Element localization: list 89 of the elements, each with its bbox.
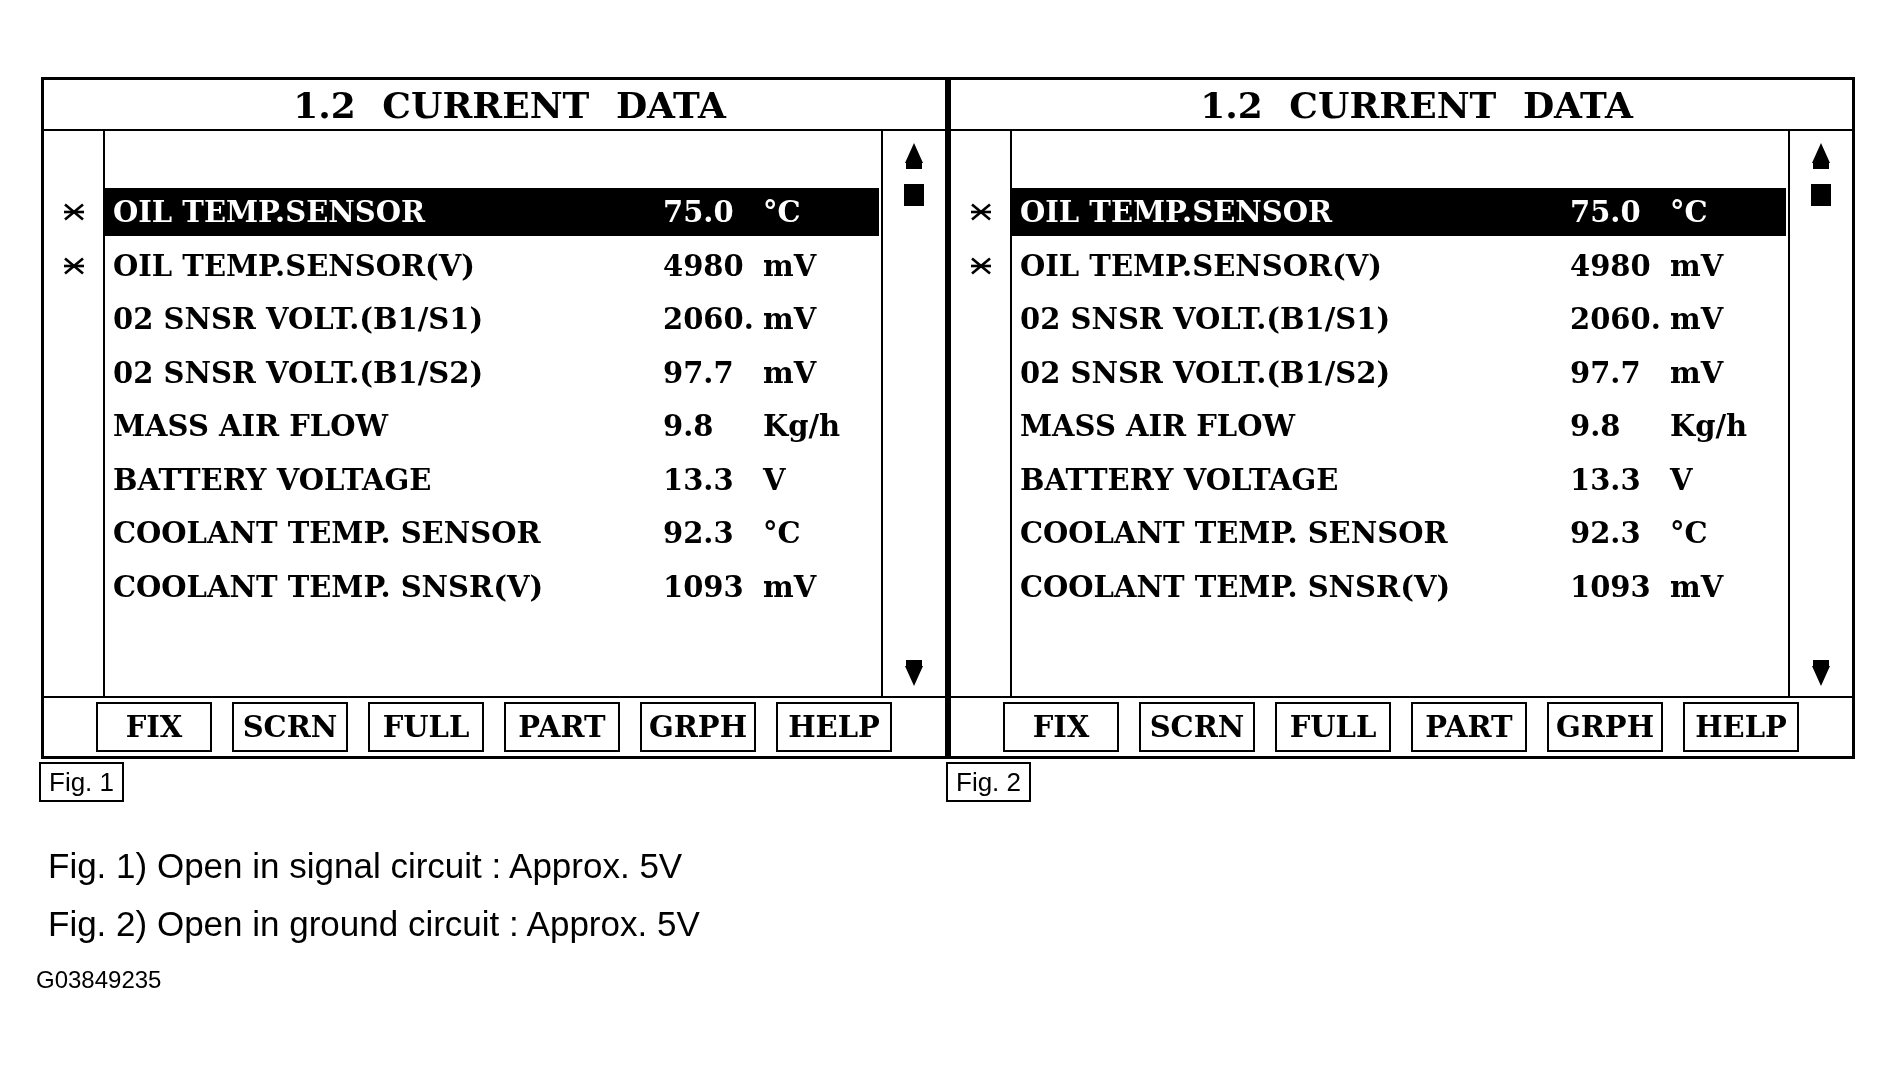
parameter-row[interactable]: OIL TEMP.SENSOR 75.0 °C — [105, 188, 879, 236]
parameter-row[interactable]: BATTERY VOLTAGE 13.3 V — [1012, 455, 1786, 504]
parameter-unit: Kg/h — [1670, 408, 1748, 445]
parameter-name: COOLANT TEMP. SENSOR — [113, 515, 542, 552]
parameter-row[interactable]: BATTERY VOLTAGE 13.3 V — [105, 455, 879, 504]
parameter-value: 92.3 — [663, 515, 735, 552]
parameter-unit: mV — [763, 354, 817, 392]
parameter-row[interactable]: 02 SNSR VOLT.(B1/S1) 2060. mV — [1012, 295, 1786, 343]
function-button[interactable]: SCRN — [1139, 702, 1255, 752]
function-button[interactable]: FULL — [1275, 702, 1391, 752]
parameter-row[interactable]: OIL TEMP.SENSOR 75.0 °C — [1012, 188, 1786, 236]
parameter-unit: mV — [1670, 301, 1724, 338]
parameter-unit: V — [763, 461, 786, 499]
function-button[interactable]: FIX — [1003, 702, 1119, 752]
parameter-unit: mV — [1670, 247, 1724, 285]
figure-label: Fig. 1 — [39, 762, 125, 802]
function-button[interactable]: GRPH — [1547, 702, 1663, 752]
parameter-name: MASS AIR FLOW — [113, 408, 390, 445]
parameter-unit: °C — [763, 194, 801, 231]
parameter-value: 1093 — [663, 568, 745, 606]
parameter-value: 13.3 — [663, 461, 735, 499]
parameter-row[interactable]: OIL TEMP.SENSOR(V) 4980 mV — [105, 241, 879, 290]
parameter-row[interactable]: COOLANT TEMP. SNSR(V) 1093 mV — [105, 562, 879, 611]
parameter-name: 02 SNSR VOLT.(B1/S1) — [113, 301, 485, 338]
parameter-unit: mV — [1670, 568, 1724, 606]
parameter-row[interactable]: COOLANT TEMP. SNSR(V) 1093 mV — [1012, 562, 1786, 611]
scroll-thumb[interactable] — [904, 184, 924, 206]
figure-label: Fig. 2 — [946, 762, 1032, 802]
scroll-down-icon[interactable] — [1809, 660, 1833, 686]
parameter-unit: °C — [1670, 194, 1708, 231]
parameter-name: OIL TEMP.SENSOR — [1020, 194, 1334, 231]
parameter-name: COOLANT TEMP. SNSR(V) — [1020, 568, 1452, 606]
function-button[interactable]: FIX — [96, 702, 212, 752]
parameter-name: OIL TEMP.SENSOR(V) — [1020, 247, 1383, 285]
parameter-value: 2060. — [1570, 301, 1662, 338]
parameter-name: MASS AIR FLOW — [1020, 408, 1297, 445]
parameter-value: 2060. — [663, 301, 755, 338]
parameter-unit: mV — [763, 301, 817, 338]
screen-title: 1.2 CURRENT DATA — [292, 82, 726, 127]
parameter-name: 02 SNSR VOLT.(B1/S1) — [1020, 301, 1392, 338]
function-button[interactable]: GRPH — [640, 702, 756, 752]
parameter-value: 75.0 — [663, 194, 735, 231]
parameter-name: COOLANT TEMP. SNSR(V) — [113, 568, 545, 606]
parameter-row[interactable]: MASS AIR FLOW 9.8 Kg/h — [105, 402, 879, 450]
scroll-up-icon[interactable] — [1809, 143, 1833, 169]
parameter-name: OIL TEMP.SENSOR(V) — [113, 247, 476, 285]
parameter-value: 13.3 — [1570, 461, 1642, 499]
scroll-down-icon[interactable] — [902, 660, 926, 686]
parameter-unit: Kg/h — [763, 408, 841, 445]
parameter-value: 97.7 — [663, 354, 735, 392]
parameter-unit: °C — [1670, 515, 1708, 552]
parameter-name: BATTERY VOLTAGE — [113, 461, 433, 499]
parameter-value: 75.0 — [1570, 194, 1642, 231]
parameter-unit: V — [1670, 461, 1693, 499]
parameter-value: 4980 — [663, 247, 745, 285]
caption-text: Fig. 1) Open in signal circuit : Approx. 5V — [48, 846, 683, 886]
parameter-value: 1093 — [1570, 568, 1652, 606]
parameter-name: 02 SNSR VOLT.(B1/S2) — [1020, 354, 1392, 392]
function-button[interactable]: HELP — [1683, 702, 1799, 752]
parameter-row[interactable]: 02 SNSR VOLT.(B1/S1) 2060. mV — [105, 295, 879, 343]
parameter-value: 9.8 — [663, 408, 715, 445]
parameter-row[interactable]: 02 SNSR VOLT.(B1/S2) 97.7 mV — [1012, 348, 1786, 397]
function-button[interactable]: FULL — [368, 702, 484, 752]
parameter-unit: mV — [763, 568, 817, 606]
parameter-row[interactable]: 02 SNSR VOLT.(B1/S2) 97.7 mV — [105, 348, 879, 397]
parameter-value: 9.8 — [1570, 408, 1622, 445]
caption-text: Fig. 2) Open in ground circuit : Approx. 5V — [48, 904, 700, 944]
parameter-value: 92.3 — [1570, 515, 1642, 552]
figure-id: G03849235 — [36, 966, 162, 994]
screen-title: 1.2 CURRENT DATA — [1199, 82, 1633, 127]
function-button[interactable]: SCRN — [232, 702, 348, 752]
function-button[interactable]: PART — [504, 702, 620, 752]
parameter-unit: mV — [763, 247, 817, 285]
scroll-up-icon[interactable] — [902, 143, 926, 169]
parameter-value: 4980 — [1570, 247, 1652, 285]
parameter-name: COOLANT TEMP. SENSOR — [1020, 515, 1449, 552]
parameter-name: BATTERY VOLTAGE — [1020, 461, 1340, 499]
parameter-row[interactable]: COOLANT TEMP. SENSOR 92.3 °C — [105, 509, 879, 557]
scroll-thumb[interactable] — [1811, 184, 1831, 206]
parameter-name: 02 SNSR VOLT.(B1/S2) — [113, 354, 485, 392]
parameter-unit: mV — [1670, 354, 1724, 392]
parameter-row[interactable]: OIL TEMP.SENSOR(V) 4980 mV — [1012, 241, 1786, 290]
parameter-row[interactable]: COOLANT TEMP. SENSOR 92.3 °C — [1012, 509, 1786, 557]
function-button[interactable]: PART — [1411, 702, 1527, 752]
function-button[interactable]: HELP — [776, 702, 892, 752]
parameter-row[interactable]: MASS AIR FLOW 9.8 Kg/h — [1012, 402, 1786, 450]
parameter-name: OIL TEMP.SENSOR — [113, 194, 427, 231]
parameter-unit: °C — [763, 515, 801, 552]
parameter-value: 97.7 — [1570, 354, 1642, 392]
